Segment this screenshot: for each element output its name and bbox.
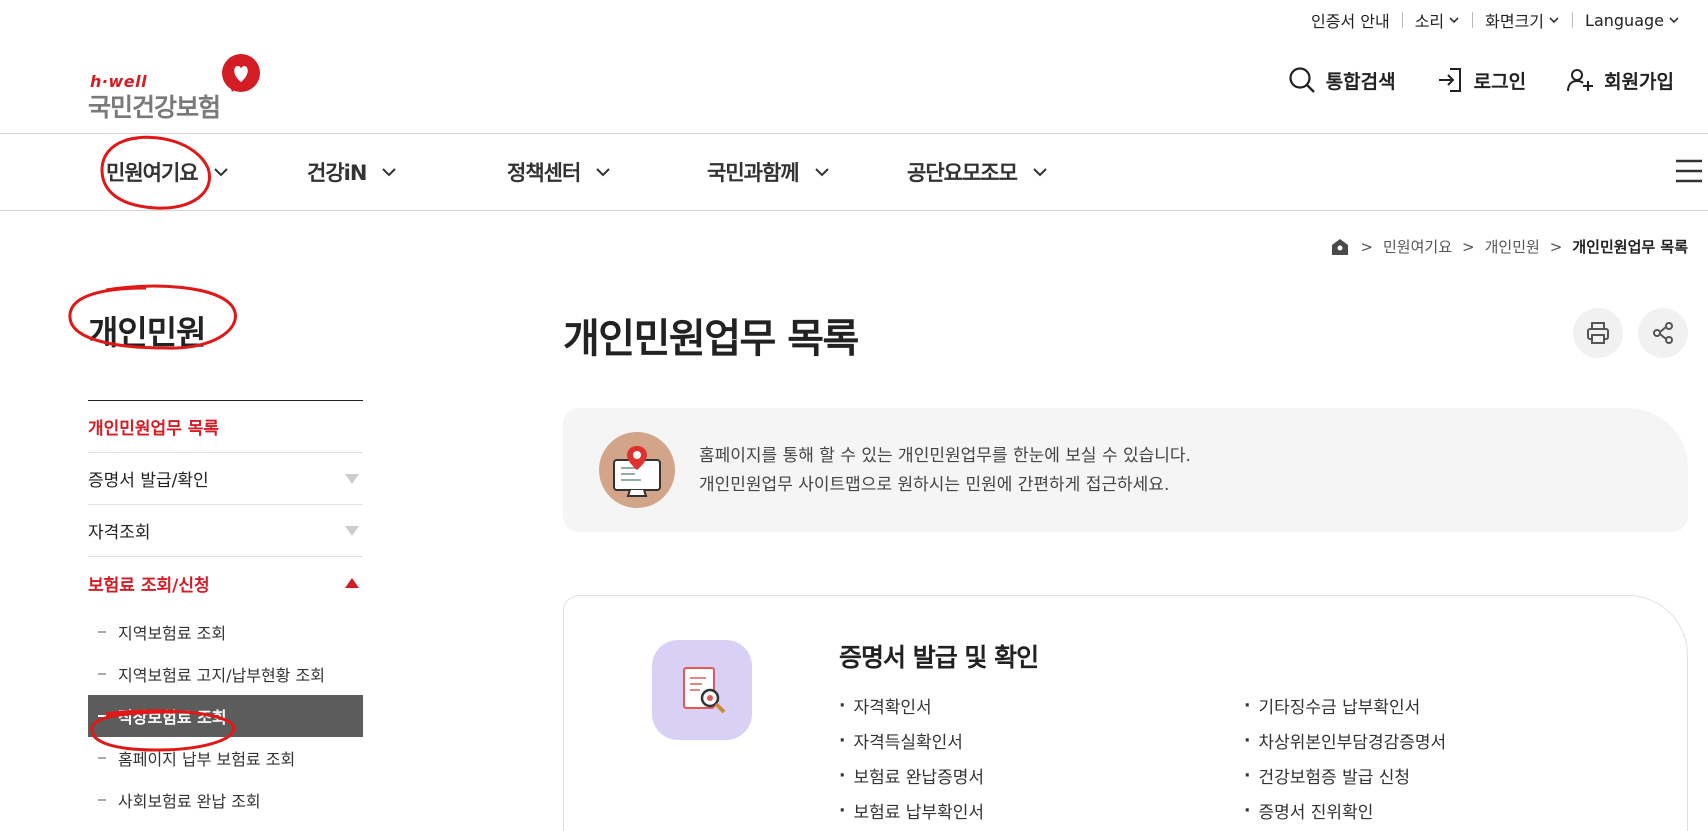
header-actions: 통합검색 로그인 회원가입 <box>1288 66 1674 94</box>
breadcrumb-separator: > <box>1360 237 1373 256</box>
sidebar-nav: 개인민원업무 목록 증명서 발급/확인 자격조회 보험료 조회/신청 지역보험료… <box>88 400 363 821</box>
sidebar-subitem-selected[interactable]: 직장보험료 조회 <box>88 695 363 737</box>
breadcrumb-separator: > <box>1462 237 1475 256</box>
logo-text: 국민건강보험 <box>88 93 221 122</box>
sidebar-item-qualification[interactable]: 자격조회 <box>88 505 363 557</box>
breadcrumb-separator: > <box>1549 237 1563 256</box>
site-logo[interactable]: h·well 국민건강보험 <box>88 48 288 122</box>
page-title: 개인민원업무 목록 <box>563 316 859 362</box>
card-link[interactable]: 차상위본인부담경감증명서 <box>1244 723 1446 758</box>
sidebar-subitem[interactable]: 홈페이지 납부 보험료 조회 <box>88 737 363 779</box>
dash-icon <box>98 715 106 717</box>
monitor-location-graphic <box>613 446 661 497</box>
dash-icon <box>98 673 106 675</box>
breadcrumb-item[interactable]: 민원여기요 <box>1383 236 1452 257</box>
sidebar-title: 개인민원 <box>88 313 206 352</box>
main-navigation: 민원여기요 건강iN 정책센터 국민과함께 공단요모조모 <box>0 133 1708 211</box>
printer-icon <box>1587 322 1609 344</box>
info-banner: 홈페이지를 통해 할 수 있는 개인민원업무를 한눈에 보실 수 있습니다. 개… <box>563 408 1688 532</box>
font-size-dropdown[interactable]: 화면크기 <box>1473 8 1572 32</box>
chevron-down-icon <box>814 168 829 177</box>
chevron-down-icon <box>1669 17 1679 24</box>
chevron-down-icon <box>596 168 610 177</box>
dash-icon <box>98 757 106 759</box>
integrated-search-button[interactable]: 통합검색 <box>1288 66 1396 94</box>
heart-logo-icon <box>222 54 260 92</box>
card-link[interactable]: 보험료 납부확인서 <box>839 793 984 828</box>
card-link[interactable]: 보험료 완납증명서 <box>839 758 984 793</box>
certificate-guide-link[interactable]: 인증서 안내 <box>1299 8 1402 32</box>
language-dropdown[interactable]: Language <box>1573 8 1692 32</box>
signup-button[interactable]: 회원가입 <box>1566 66 1674 94</box>
breadcrumb: > 민원여기요 > 개인민원 > 개인민원업무 목록 <box>1330 236 1688 257</box>
sidebar-item-premium[interactable]: 보험료 조회/신청 <box>88 557 363 609</box>
chevron-down-icon <box>1549 17 1559 24</box>
gnb-item-civil-service[interactable]: 민원여기요 <box>106 134 230 210</box>
certificate-search-graphic <box>683 667 726 714</box>
chevron-down-icon <box>1033 168 1047 177</box>
login-button[interactable]: 로그인 <box>1436 66 1526 94</box>
utility-bar: 인증서 안내 소리 화면크기 Language <box>1299 8 1692 32</box>
gnb-item-with-citizens[interactable]: 국민과함께 <box>707 134 831 210</box>
card-list-right: 기타징수금 납부확인서 차상위본인부담경감증명서 건강보험증 발급 신청 증명서… <box>1244 688 1446 828</box>
triangle-down-icon <box>345 525 359 536</box>
card-link[interactable]: 건강보험증 발급 신청 <box>1244 758 1446 793</box>
certificate-card: 증명서 발급 및 확인 자격확인서 자격득실확인서 보험료 완납증명서 보험료 … <box>563 595 1688 831</box>
monitor-location-icon <box>599 432 675 508</box>
sound-dropdown[interactable]: 소리 <box>1403 8 1472 32</box>
share-button[interactable] <box>1638 308 1688 358</box>
info-text: 홈페이지를 통해 할 수 있는 개인민원업무를 한눈에 보실 수 있습니다. 개… <box>699 446 1191 495</box>
login-icon <box>1438 68 1461 92</box>
chevron-down-icon <box>213 168 228 177</box>
home-icon[interactable] <box>1330 237 1350 257</box>
breadcrumb-current: 개인민원업무 목록 <box>1572 238 1688 256</box>
sidebar-subitem[interactable]: 지역보험료 조회 <box>88 611 363 653</box>
chevron-down-icon <box>1449 17 1459 24</box>
sidebar-item-certificates[interactable]: 증명서 발급/확인 <box>88 453 363 505</box>
sidebar-subitem[interactable]: 사회보험료 완납 조회 <box>88 779 363 821</box>
add-user-icon <box>1567 69 1594 92</box>
gnb-item-health-in[interactable]: 건강iN <box>307 134 398 210</box>
card-link[interactable]: 자격확인서 <box>839 688 984 723</box>
print-button[interactable] <box>1573 308 1623 358</box>
sidebar-sublist: 지역보험료 조회 지역보험료 고지/납부현황 조회 직장보험료 조회 홈페이지 … <box>88 609 363 821</box>
hamburger-menu-icon[interactable] <box>1674 158 1704 184</box>
certificate-search-icon <box>652 640 752 740</box>
sidebar-item-civil-list[interactable]: 개인민원업무 목록 <box>88 401 363 453</box>
breadcrumb-item[interactable]: 개인민원 <box>1485 236 1540 257</box>
card-title: 증명서 발급 및 확인 <box>839 643 1039 672</box>
card-link[interactable]: 자격득실확인서 <box>839 723 984 758</box>
dash-icon <box>98 631 106 633</box>
card-link[interactable]: 증명서 진위확인 <box>1244 793 1446 828</box>
chevron-down-icon <box>382 168 397 177</box>
card-list-left: 자격확인서 자격득실확인서 보험료 완납증명서 보험료 납부확인서 <box>839 688 984 828</box>
triangle-down-icon <box>345 473 359 484</box>
sidebar-subitem[interactable]: 지역보험료 고지/납부현황 조회 <box>88 653 363 695</box>
search-icon <box>1289 67 1315 93</box>
gnb-item-policy-center[interactable]: 정책센터 <box>507 134 612 210</box>
triangle-up-icon <box>345 578 359 588</box>
dash-icon <box>98 799 106 801</box>
gnb-item-about[interactable]: 공단요모조모 <box>907 134 1049 210</box>
share-icon <box>1653 322 1673 344</box>
card-link[interactable]: 기타징수금 납부확인서 <box>1244 688 1446 723</box>
